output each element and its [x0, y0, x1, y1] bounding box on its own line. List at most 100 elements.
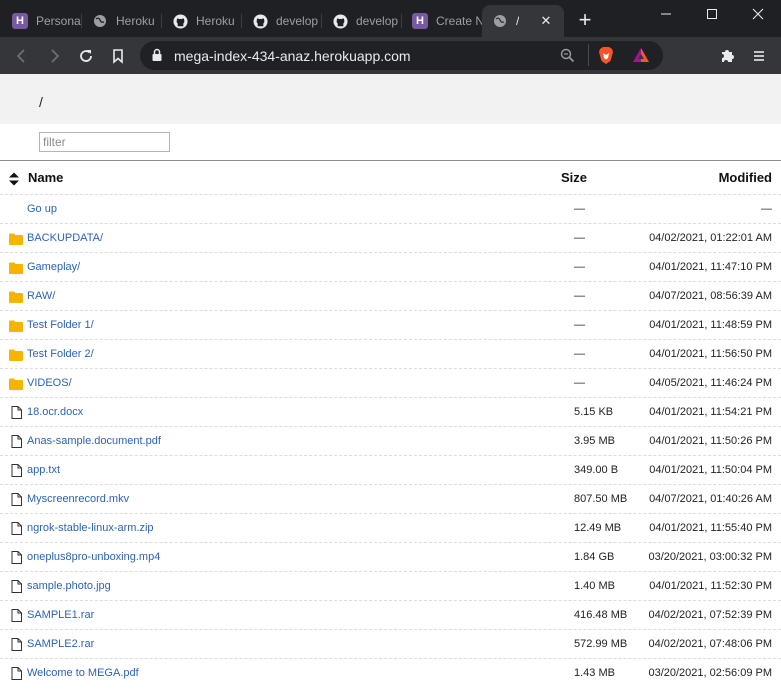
tab-label: Create N — [436, 14, 482, 28]
file-row[interactable]: 18.ocr.docx 5.15 KB 04/01/2021, 11:54:21 P… — [0, 397, 781, 426]
folder-row[interactable]: BACKUPDATA/ — 04/02/2021, 01:22:01 AM — [0, 223, 781, 252]
url-text: mega-index-434-anaz.herokuapp.com — [174, 48, 411, 64]
sort-icon[interactable] — [8, 171, 20, 187]
file-icon — [11, 493, 25, 506]
row-modified: 04/07/2021, 01:40:26 AM — [649, 493, 772, 505]
column-size-header[interactable]: Size — [561, 170, 587, 185]
row-size: — — [574, 348, 585, 360]
row-modified: 04/01/2021, 11:50:26 PM — [649, 435, 772, 447]
tab-develop-2[interactable]: develop — [322, 5, 402, 37]
lock-icon[interactable] — [151, 48, 163, 67]
row-size: — — [574, 319, 585, 331]
row-name-link[interactable]: Gameplay/ — [27, 261, 80, 273]
row-modified: 03/20/2021, 03:00:32 PM — [648, 551, 772, 563]
tab-create[interactable]: H Create N — [402, 5, 482, 37]
row-name-link[interactable]: VIDEOS/ — [27, 377, 72, 389]
row-name-link[interactable]: sample.photo.jpg — [27, 580, 111, 592]
file-row[interactable]: app.txt 349.00 B 04/01/2021, 11:50:04 PM — [0, 455, 781, 484]
brave-shields-icon[interactable] — [598, 46, 614, 70]
row-name-link[interactable]: Welcome to MEGA.pdf — [27, 667, 139, 679]
row-size: 1.84 GB — [574, 551, 615, 563]
file-icon — [11, 638, 25, 651]
file-row[interactable]: Anas-sample.document.pdf 3.95 MB 04/01/202… — [0, 426, 781, 455]
tab-heroku-1[interactable]: Heroku — [82, 5, 162, 37]
row-modified: 04/01/2021, 11:50:04 PM — [649, 464, 772, 476]
brave-rewards-icon[interactable] — [632, 47, 650, 68]
folder-icon — [9, 348, 23, 361]
tab-personal[interactable]: H Personal — [2, 5, 82, 37]
tab-label: Heroku — [196, 14, 235, 28]
row-modified: 04/01/2021, 11:48:59 PM — [649, 319, 772, 331]
column-name-header[interactable]: Name — [28, 170, 63, 185]
row-name-link[interactable]: Anas-sample.document.pdf — [27, 435, 161, 447]
row-size: — — [574, 290, 585, 302]
file-row[interactable]: oneplus8pro-unboxing.mp4 1.84 GB 03/20/202… — [0, 542, 781, 571]
row-name-link[interactable]: Myscreenrecord.mkv — [27, 493, 129, 505]
file-row[interactable]: SAMPLE2.rar 572.99 MB 04/02/2021, 07:48:06… — [0, 629, 781, 658]
file-row[interactable]: Myscreenrecord.mkv 807.50 MB 04/07/2021, 0… — [0, 484, 781, 513]
folder-icon — [9, 290, 23, 303]
tab-label: Personal — [36, 14, 82, 28]
row-name-link[interactable]: ngrok-stable-linux-arm.zip — [27, 522, 154, 534]
close-tab-icon[interactable]: ✕ — [538, 13, 554, 29]
tab-active-root[interactable]: / ✕ — [482, 5, 564, 37]
row-name-link[interactable]: Test Folder 2/ — [27, 348, 94, 360]
maximize-icon[interactable] — [688, 0, 736, 28]
row-name-link[interactable]: RAW/ — [27, 290, 55, 302]
file-row[interactable]: Welcome to MEGA.pdf 1.43 MB 03/20/2021, 02… — [0, 658, 781, 687]
row-name-link[interactable]: app.txt — [27, 464, 60, 476]
folder-row[interactable]: Test Folder 2/ — 04/01/2021, 11:56:50 PM — [0, 339, 781, 368]
new-tab-button[interactable]: + — [574, 9, 596, 31]
page-content: / Name Size Modified Go up — — BACKUPDATA/ —… — [0, 74, 781, 692]
file-row[interactable]: sample.photo.jpg 1.40 MB 04/01/2021, 11:52… — [0, 571, 781, 600]
tab-label: develop — [356, 14, 399, 28]
file-row[interactable]: ngrok-stable-linux-arm.zip 12.49 MB 04/01/… — [0, 513, 781, 542]
row-modified: 04/01/2021, 11:55:40 PM — [649, 522, 772, 534]
row-name-link[interactable]: Go up — [27, 203, 57, 215]
bookmark-icon[interactable] — [104, 42, 132, 70]
github-icon — [332, 13, 348, 29]
tab-label: Heroku — [116, 14, 155, 28]
row-name-link[interactable]: Test Folder 1/ — [27, 319, 94, 331]
file-icon — [11, 667, 25, 680]
folder-row[interactable]: RAW/ — 04/07/2021, 08:56:39 AM — [0, 281, 781, 310]
folder-icon — [9, 319, 23, 332]
filter-input[interactable] — [39, 132, 170, 152]
row-name-link[interactable]: BACKUPDATA/ — [27, 232, 103, 244]
file-row[interactable]: SAMPLE1.rar 416.48 MB 04/02/2021, 07:52:39… — [0, 600, 781, 629]
row-modified: 04/01/2021, 11:47:10 PM — [649, 261, 772, 273]
heroku-icon: H — [412, 13, 428, 29]
folder-row[interactable]: Gameplay/ — 04/01/2021, 11:47:10 PM — [0, 252, 781, 281]
tab-heroku-2[interactable]: Heroku — [162, 5, 242, 37]
row-name-link[interactable]: oneplus8pro-unboxing.mp4 — [27, 551, 160, 563]
address-bar[interactable]: mega-index-434-anaz.herokuapp.com — [140, 41, 663, 70]
back-icon[interactable] — [8, 42, 36, 70]
menu-icon[interactable] — [745, 42, 773, 70]
row-name-link[interactable]: SAMPLE1.rar — [27, 609, 94, 621]
minimize-icon[interactable] — [642, 0, 690, 28]
row-size: 349.00 B — [574, 464, 619, 476]
file-icon — [11, 435, 25, 448]
browser-toolbar: mega-index-434-anaz.herokuapp.com — [0, 37, 781, 74]
row-name-link[interactable]: 18.ocr.docx — [27, 406, 83, 418]
column-modified-header[interactable]: Modified — [719, 170, 772, 185]
row-size: 3.95 MB — [574, 435, 615, 447]
row-size: 416.48 MB — [574, 609, 628, 621]
file-icon — [11, 464, 25, 477]
tab-develop-1[interactable]: develop — [242, 5, 322, 37]
folder-row[interactable]: VIDEOS/ — 04/05/2021, 11:46:24 PM — [0, 368, 781, 397]
tab-label: / — [516, 14, 520, 28]
row-modified: 04/01/2021, 11:54:21 PM — [649, 406, 772, 418]
go-up-row[interactable]: Go up — — — [0, 194, 781, 223]
row-modified: 04/02/2021, 07:48:06 PM — [648, 638, 772, 650]
close-window-icon[interactable] — [734, 0, 781, 28]
forward-icon[interactable] — [40, 42, 68, 70]
file-list: Go up — — BACKUPDATA/ — 04/02/2021, 01:22:01 … — [0, 194, 781, 687]
row-name-link[interactable]: SAMPLE2.rar — [27, 638, 94, 650]
folder-row[interactable]: Test Folder 1/ — 04/01/2021, 11:48:59 PM — [0, 310, 781, 339]
extensions-icon[interactable] — [713, 42, 741, 70]
file-icon — [11, 580, 25, 593]
zoom-icon[interactable] — [560, 48, 575, 68]
reload-icon[interactable] — [72, 42, 100, 70]
heroku-icon: H — [12, 13, 28, 29]
